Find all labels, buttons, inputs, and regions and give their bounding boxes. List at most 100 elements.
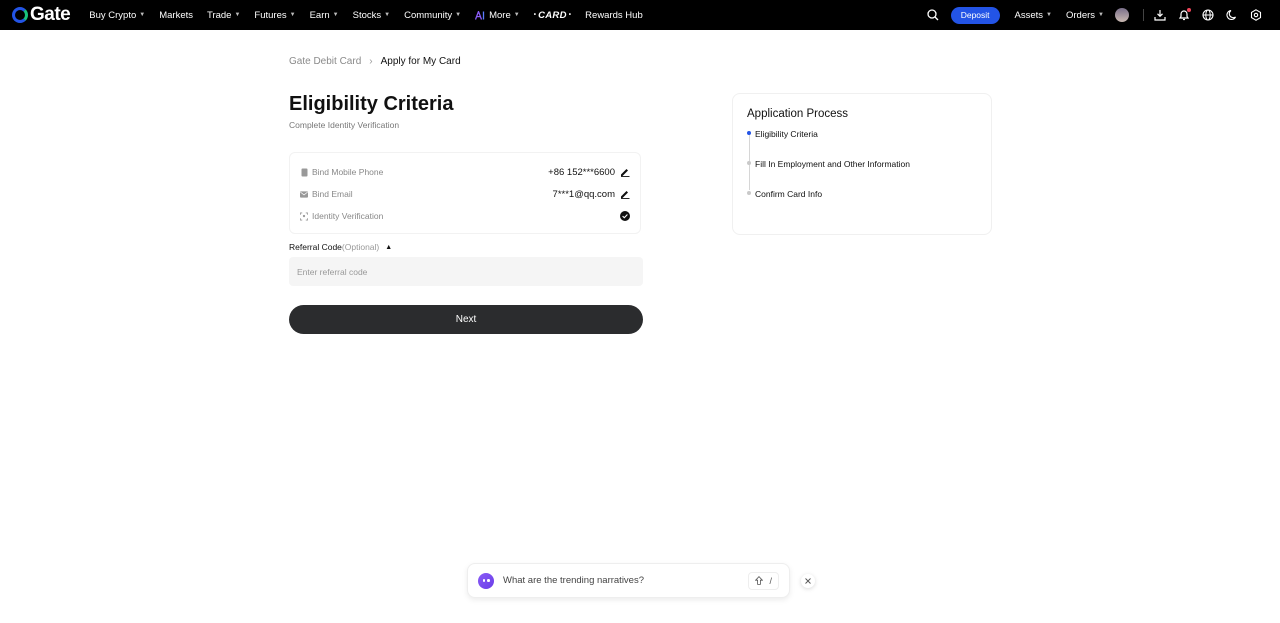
- referral-optional: (Optional): [341, 242, 380, 252]
- chevron-down-icon: ▼: [384, 12, 391, 18]
- chevron-right-icon: ›: [369, 56, 373, 67]
- nav-earn[interactable]: Earn ▼: [303, 10, 346, 21]
- logo-text: Gate: [30, 4, 71, 25]
- divider: [1143, 9, 1144, 21]
- nav-rewards-hub[interactable]: Rewards Hub: [578, 10, 650, 21]
- referral-code-toggle[interactable]: Referral Code (Optional) ▲: [289, 242, 392, 252]
- shift-key-icon: [755, 576, 764, 585]
- phone-label: Bind Mobile Phone: [312, 167, 384, 177]
- verification-row-identity: Identity Verification: [300, 205, 630, 227]
- ai-assistant-bar[interactable]: What are the trending narratives? /: [467, 563, 790, 598]
- nav-label: Stocks: [352, 9, 382, 21]
- referral-code-input[interactable]: [289, 257, 643, 286]
- settings-gear-icon[interactable]: [1244, 3, 1268, 27]
- verification-label-group: Identity Verification: [300, 211, 383, 221]
- identity-label: Identity Verification: [312, 211, 384, 221]
- email-value: 7***1@qq.com: [552, 188, 615, 200]
- nav-markets[interactable]: Markets: [152, 10, 200, 21]
- nav-label: Trade: [207, 9, 232, 21]
- phone-value: +86 152***6600: [548, 166, 615, 178]
- ai-shortcut-hint: /: [748, 571, 779, 590]
- face-scan-icon: [300, 212, 308, 220]
- step-dot: [747, 161, 751, 165]
- process-step: Fill In Employment and Other Information: [747, 156, 977, 186]
- caret-up-icon: ▲: [385, 243, 393, 251]
- chevron-down-icon: ▼: [513, 12, 520, 18]
- process-step: Confirm Card Info: [747, 186, 977, 216]
- verification-value-group: [620, 211, 630, 221]
- notification-dot: [1187, 8, 1191, 12]
- nav-buy-crypto[interactable]: Buy Crypto ▼: [82, 10, 152, 21]
- verified-check-icon: [620, 211, 630, 221]
- step-label: Fill In Employment and Other Information: [755, 159, 910, 169]
- nav-stocks[interactable]: Stocks ▼: [346, 10, 397, 21]
- close-icon: [805, 578, 811, 584]
- nav-card[interactable]: • CARD •: [527, 10, 578, 21]
- dot-icon: •: [533, 12, 537, 18]
- nav-more[interactable]: More ▼: [468, 10, 527, 21]
- top-navbar: Gate Buy Crypto ▼ Markets Trade ▼ Futures ▼…: [0, 0, 1280, 30]
- chevron-down-icon: ▼: [332, 12, 339, 18]
- email-icon: [300, 190, 308, 198]
- search-icon[interactable]: [921, 3, 945, 27]
- nav-label: Assets: [1014, 9, 1044, 21]
- close-ai-bar-button[interactable]: [801, 574, 815, 588]
- nav-label: CARD: [538, 9, 567, 21]
- avatar[interactable]: [1115, 8, 1129, 22]
- verification-row-email: Bind Email 7***1@qq.com: [300, 183, 630, 205]
- nav-label: Earn: [309, 9, 330, 21]
- main-nav: Buy Crypto ▼ Markets Trade ▼ Futures ▼ Earn…: [82, 10, 649, 21]
- download-icon[interactable]: [1148, 3, 1172, 27]
- email-label: Bind Email: [312, 189, 353, 199]
- process-step: Eligibility Criteria: [747, 126, 977, 156]
- step-label: Confirm Card Info: [755, 189, 823, 199]
- chevron-down-icon: ▼: [139, 12, 146, 18]
- phone-icon: [300, 168, 308, 176]
- shortcut-key: /: [769, 575, 772, 586]
- nav-trade[interactable]: Trade ▼: [200, 10, 247, 21]
- step-dot-active: [747, 131, 751, 135]
- ai-assistant-icon: [478, 572, 494, 589]
- nav-label: Buy Crypto: [89, 9, 137, 21]
- chevron-down-icon: ▼: [1098, 12, 1104, 18]
- referral-label: Referral Code: [289, 242, 342, 252]
- next-button[interactable]: Next: [289, 305, 643, 334]
- chevron-down-icon: ▼: [455, 12, 462, 18]
- nav-label: Futures: [254, 9, 287, 21]
- dark-mode-moon-icon[interactable]: [1220, 3, 1244, 27]
- chevron-down-icon: ▼: [1046, 12, 1052, 18]
- breadcrumb: Gate Debit Card › Apply for My Card: [289, 56, 461, 67]
- page-title: Eligibility Criteria: [289, 93, 454, 115]
- gate-logo[interactable]: Gate: [12, 4, 71, 26]
- process-steps: Eligibility Criteria Fill In Employment …: [747, 126, 977, 216]
- edit-phone-icon[interactable]: [620, 167, 630, 177]
- breadcrumb-current: Apply for My Card: [380, 56, 461, 67]
- verification-label-group: Bind Email: [300, 189, 353, 199]
- chevron-down-icon: ▼: [234, 12, 241, 18]
- deposit-button[interactable]: Deposit: [950, 6, 1000, 24]
- verification-list: Bind Mobile Phone +86 152***6600 Bind Em…: [289, 152, 641, 234]
- verification-value-group: +86 152***6600: [548, 167, 630, 178]
- page-subtitle: Complete Identity Verification: [289, 120, 400, 130]
- ai-icon: [475, 10, 485, 20]
- step-dot: [747, 191, 751, 195]
- ai-prompt-text: What are the trending narratives?: [503, 575, 644, 586]
- verification-row-phone: Bind Mobile Phone +86 152***6600: [300, 161, 630, 183]
- process-title: Application Process: [747, 108, 848, 120]
- nav-orders[interactable]: Orders ▼: [1059, 10, 1111, 21]
- globe-icon[interactable]: [1196, 3, 1220, 27]
- nav-community[interactable]: Community ▼: [397, 10, 468, 21]
- breadcrumb-gate-debit-card[interactable]: Gate Debit Card: [289, 56, 361, 67]
- nav-label: Markets: [159, 9, 193, 21]
- nav-label: Orders: [1066, 9, 1096, 21]
- verification-value-group: 7***1@qq.com: [553, 189, 630, 200]
- chevron-down-icon: ▼: [289, 12, 296, 18]
- verification-label-group: Bind Mobile Phone: [300, 167, 383, 177]
- step-label: Eligibility Criteria: [755, 129, 818, 139]
- nav-label: More: [489, 9, 511, 21]
- notification-bell-icon[interactable]: [1172, 3, 1196, 27]
- nav-label: Rewards Hub: [585, 9, 643, 21]
- nav-assets[interactable]: Assets ▼: [1008, 10, 1059, 21]
- edit-email-icon[interactable]: [620, 189, 630, 199]
- nav-futures[interactable]: Futures ▼: [247, 10, 302, 21]
